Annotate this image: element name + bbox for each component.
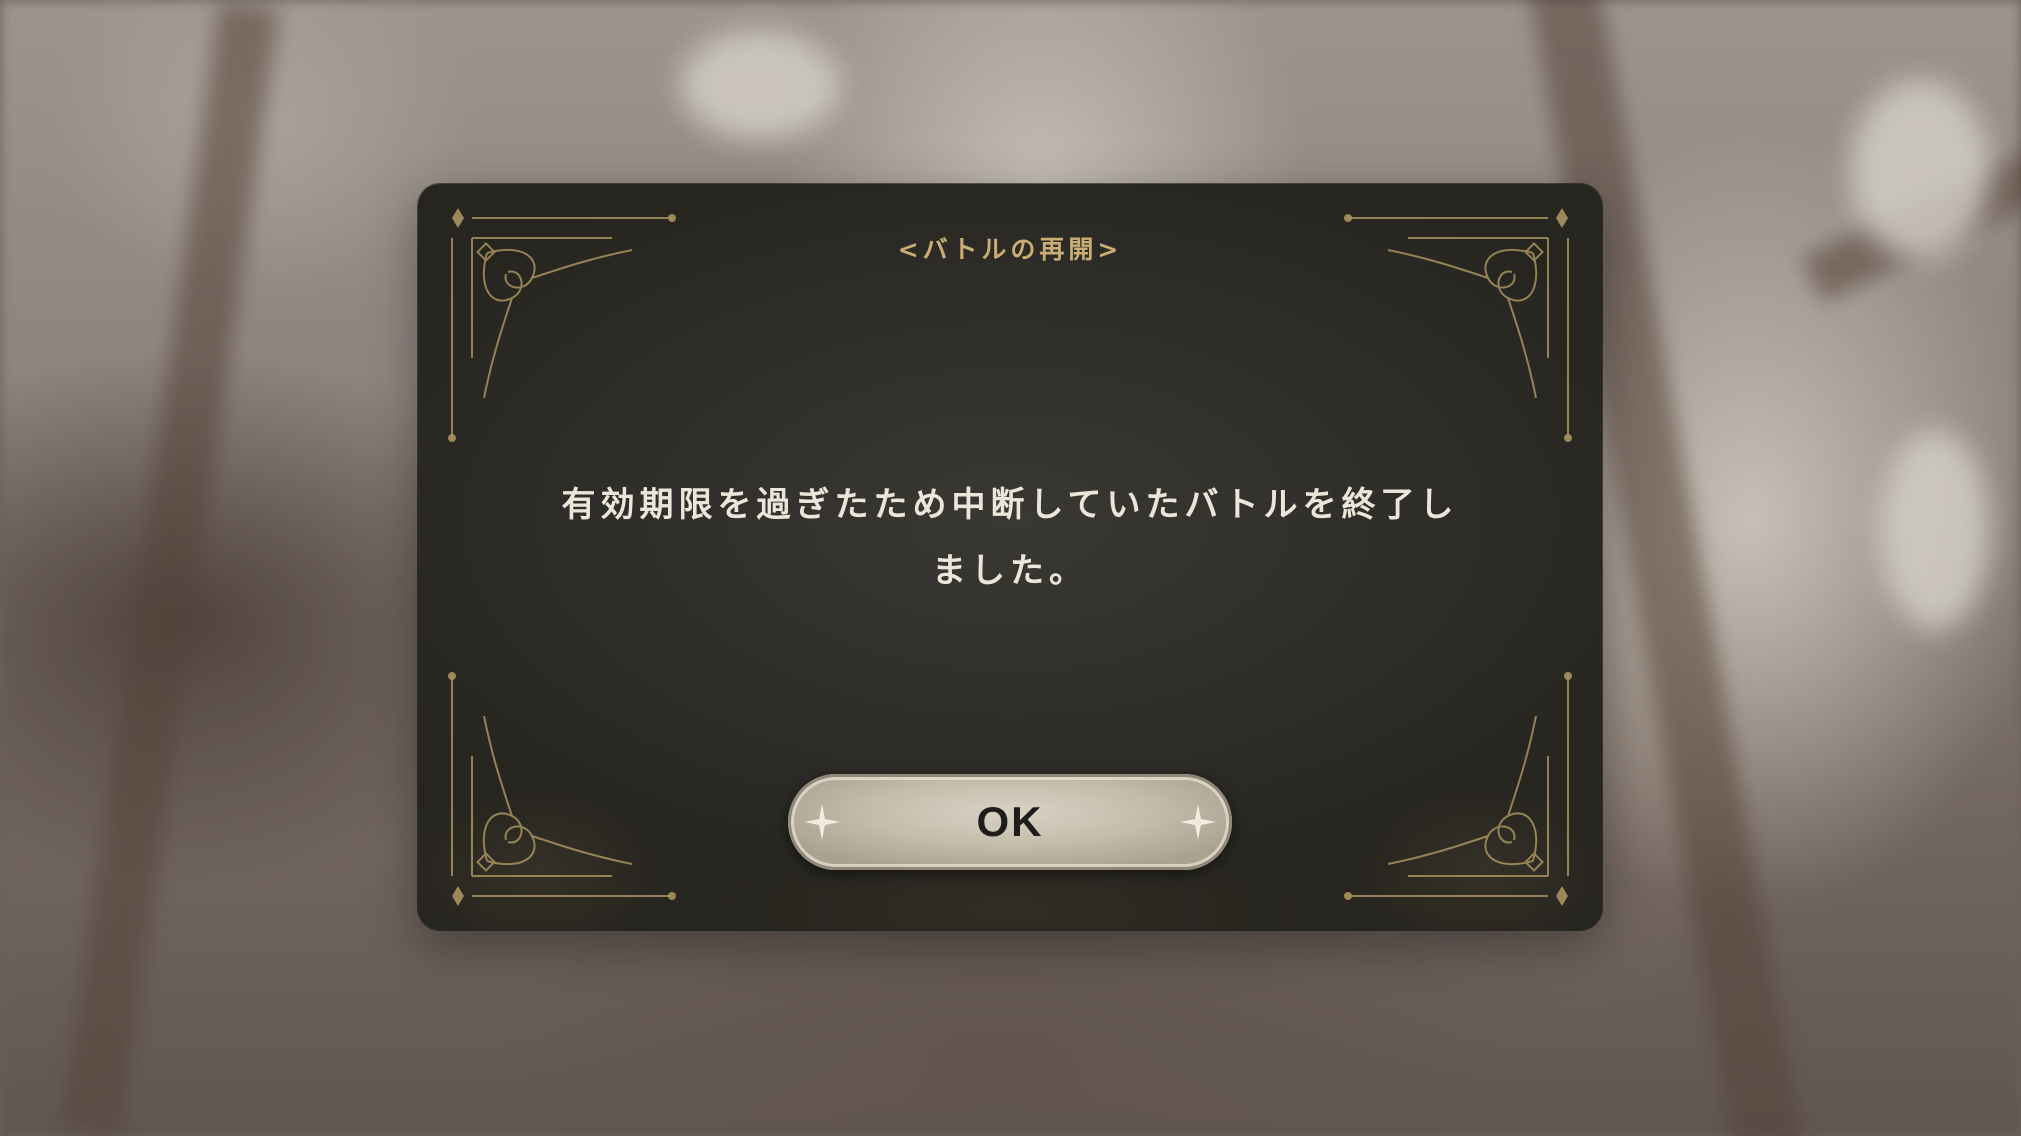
dialog-message: 有効期限を過ぎたため中断していたバトルを終了し ました。 xyxy=(548,472,1472,604)
sparkle-icon xyxy=(1180,804,1216,840)
dialog-title: <バトルの再開> xyxy=(897,235,1123,264)
ok-button-label: OK xyxy=(976,798,1044,845)
dialog-message-line: ました。 xyxy=(932,551,1088,591)
battle-resume-dialog: <バトルの再開> 有効期限を過ぎたため中断していたバトルを終了し ました。 OK xyxy=(418,184,1602,930)
ornate-corner-icon xyxy=(448,672,676,906)
sparkle-icon xyxy=(804,804,840,840)
dialog-message-line: 有効期限を過ぎたため中断していたバトルを終了し xyxy=(561,485,1459,525)
ok-button[interactable]: OK xyxy=(788,774,1232,870)
game-screen: <バトルの再開> 有効期限を過ぎたため中断していたバトルを終了し ました。 OK xyxy=(0,0,2021,1136)
ornate-corner-icon xyxy=(1344,672,1572,906)
